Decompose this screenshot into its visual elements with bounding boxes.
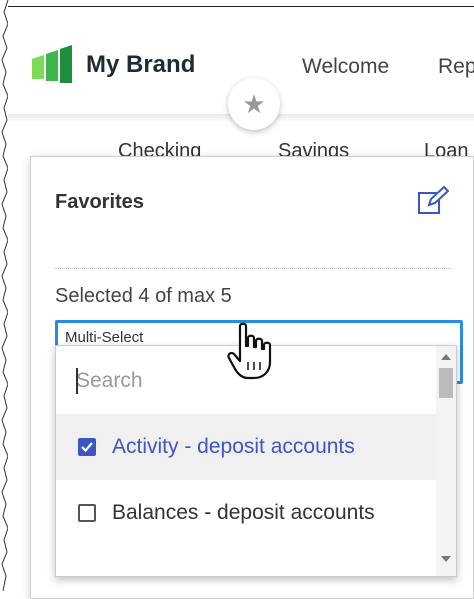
star-icon[interactable]: ★ [228,78,280,130]
app-window: My Brand Welcome Rep Checking Savings Lo… [8,6,474,599]
option-label: Activity - deposit accounts [112,435,355,458]
checkbox-unchecked-icon[interactable] [78,504,96,522]
dropdown-scrollbar[interactable] [436,346,456,576]
text-caret [76,368,78,394]
favorites-title: Favorites [55,191,144,213]
nav-welcome[interactable]: Welcome [302,55,389,79]
scroll-thumb[interactable] [439,368,453,398]
option-label: Balances - deposit accounts [112,501,375,524]
hand-cursor-icon [227,322,272,380]
option-activity-deposit[interactable]: Activity - deposit accounts [56,414,436,480]
checkbox-checked-icon[interactable] [78,438,96,456]
scroll-up-icon[interactable] [441,354,451,360]
scroll-down-icon[interactable] [441,556,451,562]
brand-name: My Brand [86,51,196,78]
selection-count: Selected 4 of max 5 [55,285,232,307]
brand-logo-icon [32,45,72,83]
divider [55,268,451,269]
multiselect-label: Multi-Select [65,329,144,346]
edit-icon[interactable] [417,185,449,217]
option-balances-deposit[interactable]: Balances - deposit accounts [56,480,436,546]
nav-reports[interactable]: Rep [438,55,474,79]
